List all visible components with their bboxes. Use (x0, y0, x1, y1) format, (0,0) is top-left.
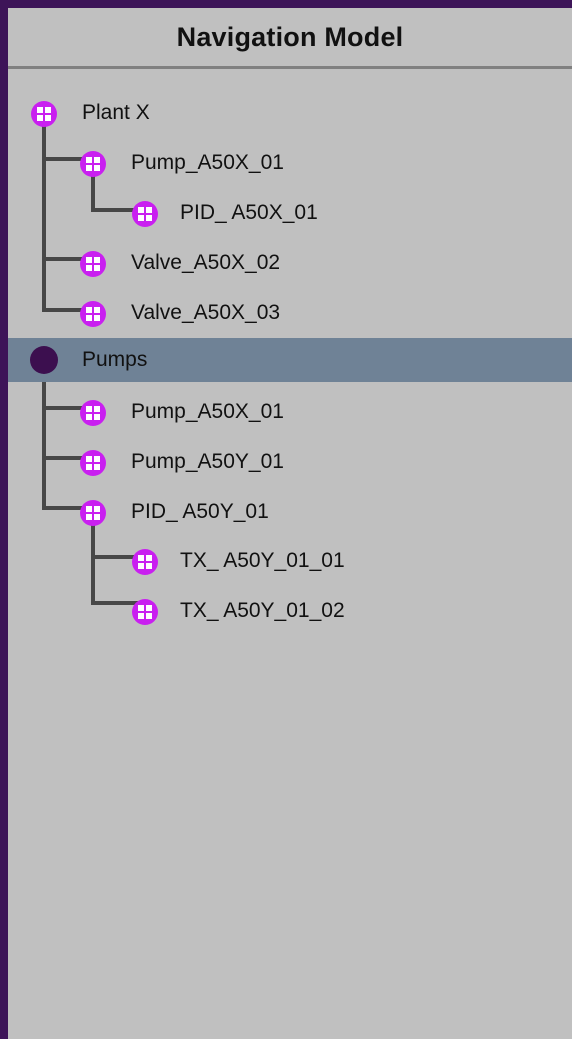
tree-node-label: Pump_A50Y_01 (131, 450, 284, 473)
tree-node-plant-x[interactable]: Plant X (8, 92, 572, 136)
tree-node-pid-a50x-01[interactable]: PID_ A50X_01 (8, 192, 572, 236)
model-node-icon (80, 500, 106, 526)
tree-node-label: Pump_A50X_01 (131, 400, 284, 423)
window-frame-top (0, 0, 572, 8)
tree-node-label: Plant X (82, 101, 150, 124)
tree-node-tx-a50y-01-02[interactable]: TX_ A50Y_01_02 (8, 590, 572, 634)
tree-node-label: PID_ A50X_01 (180, 201, 318, 224)
tree-node-valve-a50x-02[interactable]: Valve_A50X_02 (8, 242, 572, 286)
tree-node-label: Valve_A50X_03 (131, 301, 281, 324)
model-node-icon (31, 101, 57, 127)
group-dot-icon (30, 346, 58, 374)
window-frame-left (0, 0, 8, 1039)
model-node-icon (132, 599, 158, 625)
tree-node-pumps[interactable]: Pumps (8, 338, 572, 382)
model-node-icon (80, 151, 106, 177)
tree-node-label: Valve_A50X_02 (131, 251, 281, 274)
tree-node-pump-a50y-01[interactable]: Pump_A50Y_01 (8, 441, 572, 485)
model-node-icon (80, 400, 106, 426)
model-node-icon (80, 251, 106, 277)
model-node-icon (132, 549, 158, 575)
tree-node-pump-a50x-01[interactable]: Pump_A50X_01 (8, 142, 572, 186)
navigation-model-panel: Navigation Model Plant X Pump_A50X_01 PI… (8, 8, 572, 1039)
tree-node-pump-a50x-01[interactable]: Pump_A50X_01 (8, 391, 572, 435)
tree-node-label: Pump_A50X_01 (131, 151, 284, 174)
navigation-tree: Plant X Pump_A50X_01 PID_ A50X_01 Valve_… (8, 8, 572, 1039)
tree-node-label: TX_ A50Y_01_01 (180, 549, 345, 572)
model-node-icon (80, 301, 106, 327)
tree-node-label: Pumps (82, 348, 148, 371)
tree-node-pid-a50y-01[interactable]: PID_ A50Y_01 (8, 491, 572, 535)
tree-node-tx-a50y-01-01[interactable]: TX_ A50Y_01_01 (8, 540, 572, 584)
tree-node-label: TX_ A50Y_01_02 (180, 599, 345, 622)
tree-node-label: PID_ A50Y_01 (131, 500, 269, 523)
tree-node-valve-a50x-03[interactable]: Valve_A50X_03 (8, 292, 572, 336)
model-node-icon (132, 201, 158, 227)
model-node-icon (80, 450, 106, 476)
